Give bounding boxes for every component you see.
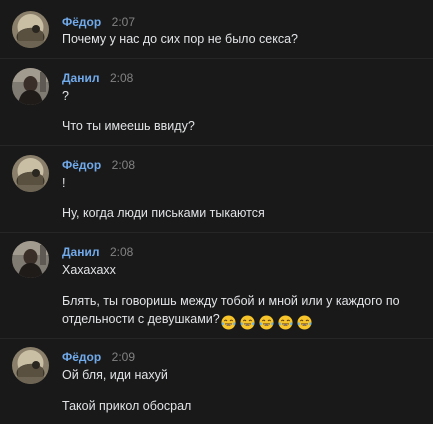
- message-text-with-emoji: отдельности с девушками?: [62, 311, 312, 331]
- message-divider: [0, 232, 433, 233]
- avatar-fedor[interactable]: [12, 11, 49, 48]
- message-divider: [0, 338, 433, 339]
- author-name[interactable]: Данил: [62, 245, 99, 259]
- tears-of-joy-icon: [240, 315, 255, 330]
- author-name[interactable]: Фёдор: [62, 350, 101, 364]
- message-text: !: [62, 176, 66, 190]
- message-text: Блять, ты говоришь между тобой и мной ил…: [62, 294, 400, 308]
- message-text: Хахахахх: [62, 263, 116, 277]
- author-name[interactable]: Фёдор: [62, 158, 101, 172]
- avatar-fedor[interactable]: [12, 155, 49, 192]
- message-header: Данил 2:08: [62, 244, 133, 260]
- avatar-danil[interactable]: [12, 68, 49, 105]
- message-text: Такой прикол обосрал: [62, 399, 192, 413]
- message-text: ?: [62, 89, 69, 103]
- tears-of-joy-icon: [221, 315, 236, 330]
- message-text: Почему у нас до сих пор не было секса?: [62, 32, 298, 46]
- message-header: Фёдор 2:07: [62, 14, 135, 30]
- message-text: Ой бля, иди нахуй: [62, 368, 168, 382]
- message-header: Фёдор 2:08: [62, 157, 135, 173]
- tears-of-joy-icon: [259, 315, 274, 330]
- tears-of-joy-icon: [297, 315, 312, 330]
- message-header: Фёдор 2:09: [62, 349, 135, 365]
- message-header: Данил 2:08: [62, 70, 133, 86]
- message-time[interactable]: 2:08: [112, 158, 135, 172]
- emoji-row: [220, 314, 312, 331]
- author-name[interactable]: Данил: [62, 71, 99, 85]
- message-time[interactable]: 2:08: [110, 71, 133, 85]
- avatar-fedor[interactable]: [12, 347, 49, 384]
- message-text: Ну, когда люди письками тыкаются: [62, 206, 265, 220]
- message-text: отдельности с девушками?: [62, 312, 220, 326]
- message-divider: [0, 145, 433, 146]
- tears-of-joy-icon: [278, 315, 293, 330]
- message-time[interactable]: 2:08: [110, 245, 133, 259]
- chat-history: Фёдор 2:07 Почему у нас до сих пор не бы…: [0, 0, 433, 424]
- message-time[interactable]: 2:09: [112, 350, 135, 364]
- message-text: Что ты имеешь ввиду?: [62, 119, 195, 133]
- message-time[interactable]: 2:07: [112, 15, 135, 29]
- avatar-danil[interactable]: [12, 241, 49, 278]
- author-name[interactable]: Фёдор: [62, 15, 101, 29]
- message-divider: [0, 58, 433, 59]
